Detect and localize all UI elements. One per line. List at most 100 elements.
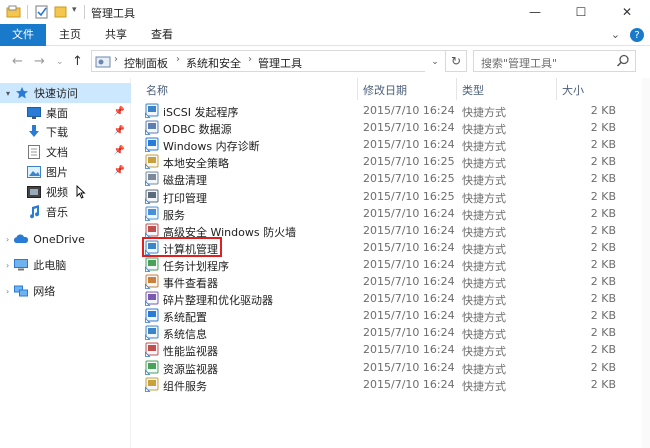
file-size: 2 KB bbox=[590, 360, 616, 374]
services-icon bbox=[145, 206, 159, 221]
column-header-name[interactable]: 名称 bbox=[146, 82, 168, 98]
vertical-scrollbar[interactable] bbox=[642, 78, 650, 448]
column-header-size[interactable]: 大小 bbox=[562, 82, 584, 98]
file-type: 快捷方式 bbox=[462, 379, 506, 393]
file-size: 2 KB bbox=[590, 138, 616, 152]
file-type: 快捷方式 bbox=[462, 242, 506, 256]
file-type: 快捷方式 bbox=[462, 311, 506, 325]
file-name: 性能监视器 bbox=[163, 345, 218, 359]
file-row[interactable]: 系统配置 2015/7/10 16:24 快捷方式 2 KB bbox=[132, 307, 642, 324]
pin-icon[interactable]: 📌 bbox=[114, 146, 125, 156]
nav-item-this-pc[interactable]: › 此电脑 bbox=[6, 255, 131, 275]
file-type: 快捷方式 bbox=[462, 294, 506, 308]
maximize-button[interactable]: ☐ bbox=[558, 0, 604, 24]
recent-locations-icon[interactable]: ⌄ bbox=[56, 57, 64, 67]
file-size: 2 KB bbox=[590, 104, 616, 117]
expand-chevron-icon[interactable]: ▾ bbox=[6, 89, 10, 98]
search-input[interactable]: 搜索"管理工具" bbox=[481, 55, 557, 71]
address-bar[interactable]: › 控制面板 › 系统和安全 › 管理工具 bbox=[91, 50, 465, 72]
properties-icon[interactable] bbox=[34, 4, 50, 20]
mouse-cursor-icon bbox=[76, 185, 86, 199]
tab-file[interactable]: 文件 bbox=[0, 24, 46, 46]
up-arrow-icon[interactable]: ↑ bbox=[72, 54, 83, 69]
breadcrumb-admin-tools[interactable]: 管理工具 bbox=[258, 55, 302, 71]
nav-item-onedrive[interactable]: › OneDrive bbox=[6, 229, 131, 249]
close-button[interactable]: ✕ bbox=[604, 0, 650, 24]
refresh-button[interactable]: ↻ bbox=[445, 50, 467, 72]
column-divider[interactable] bbox=[556, 78, 557, 100]
desktop-icon bbox=[26, 105, 42, 121]
nav-item-downloads[interactable]: 下载 📌 bbox=[26, 122, 131, 142]
file-modified-date: 2015/7/10 16:24 bbox=[363, 360, 455, 374]
file-row[interactable]: 系统信息 2015/7/10 16:24 快捷方式 2 KB bbox=[132, 324, 642, 341]
nav-quick-access-label: 快速访问 bbox=[34, 87, 79, 100]
breadcrumb-system-security[interactable]: 系统和安全 bbox=[186, 55, 241, 71]
separator bbox=[84, 5, 85, 19]
quick-access-dropdown-icon[interactable]: ▾ bbox=[72, 5, 77, 21]
file-row[interactable]: 打印管理 2015/7/10 16:25 快捷方式 2 KB bbox=[132, 188, 642, 205]
file-size: 2 KB bbox=[590, 223, 616, 237]
pin-icon[interactable]: 📌 bbox=[114, 107, 125, 117]
forward-arrow-icon[interactable]: → bbox=[34, 54, 45, 69]
performance-monitor-icon bbox=[145, 342, 159, 358]
back-arrow-icon[interactable]: ← bbox=[12, 54, 23, 69]
pin-icon[interactable]: 📌 bbox=[114, 166, 125, 176]
nav-item-music[interactable]: 音乐 bbox=[26, 202, 131, 222]
file-type: 快捷方式 bbox=[462, 345, 506, 359]
ribbon-tabs: 文件 主页 共享 查看 ⌄ ? bbox=[0, 24, 650, 46]
nav-item-label: 视频 bbox=[46, 186, 68, 199]
tab-view[interactable]: 查看 bbox=[140, 24, 184, 46]
expand-chevron-icon[interactable]: › bbox=[6, 287, 9, 296]
nav-item-desktop[interactable]: 桌面 📌 bbox=[26, 103, 131, 123]
search-icon[interactable] bbox=[616, 54, 630, 68]
nav-item-label: 图片 bbox=[46, 166, 68, 179]
star-icon bbox=[14, 85, 30, 101]
file-row[interactable]: 任务计划程序 2015/7/10 16:24 快捷方式 2 KB bbox=[132, 256, 642, 273]
file-row[interactable]: 性能监视器 2015/7/10 16:24 快捷方式 2 KB bbox=[132, 341, 642, 358]
nav-item-label: 音乐 bbox=[46, 206, 68, 219]
column-divider[interactable] bbox=[456, 78, 457, 100]
nav-item-videos[interactable]: 视频 bbox=[26, 182, 131, 202]
file-row[interactable]: 磁盘清理 2015/7/10 16:25 快捷方式 2 KB bbox=[132, 170, 642, 187]
file-row[interactable]: 资源监视器 2015/7/10 16:24 快捷方式 2 KB bbox=[132, 359, 642, 376]
column-divider[interactable] bbox=[357, 78, 358, 100]
help-icon[interactable]: ? bbox=[630, 28, 644, 42]
ribbon-expand-icon[interactable]: ⌄ bbox=[611, 28, 620, 42]
nav-quick-access[interactable]: ▾ 快速访问 bbox=[0, 83, 131, 103]
file-row[interactable]: 组件服务 2015/7/10 16:24 快捷方式 2 KB bbox=[132, 376, 642, 393]
breadcrumb-separator-icon[interactable]: › bbox=[176, 54, 180, 65]
file-row[interactable]: 服务 2015/7/10 16:24 快捷方式 2 KB bbox=[132, 205, 642, 222]
expand-chevron-icon[interactable]: › bbox=[6, 261, 9, 270]
nav-item-documents[interactable]: 文档 📌 bbox=[26, 142, 131, 162]
breadcrumb-separator-icon[interactable]: › bbox=[114, 54, 118, 65]
system-config-icon bbox=[145, 308, 159, 324]
file-size: 2 KB bbox=[590, 309, 616, 323]
tab-share[interactable]: 共享 bbox=[94, 24, 138, 46]
expand-chevron-icon[interactable]: › bbox=[6, 235, 9, 244]
search-box[interactable]: 搜索"管理工具" bbox=[473, 50, 636, 72]
nav-item-pictures[interactable]: 图片 📌 bbox=[26, 162, 131, 182]
minimize-button[interactable]: — bbox=[512, 0, 558, 24]
column-header-date[interactable]: 修改日期 bbox=[363, 82, 407, 98]
breadcrumb-separator-icon[interactable]: › bbox=[248, 54, 252, 65]
file-size: 2 KB bbox=[590, 189, 616, 203]
column-header-type[interactable]: 类型 bbox=[462, 82, 484, 98]
file-modified-date: 2015/7/10 16:24 bbox=[363, 309, 455, 323]
file-modified-date: 2015/7/10 16:24 bbox=[363, 326, 455, 340]
file-row[interactable]: Windows 内存诊断 2015/7/10 16:24 快捷方式 2 KB bbox=[132, 136, 642, 153]
breadcrumb-control-panel[interactable]: 控制面板 bbox=[124, 55, 168, 71]
file-row[interactable]: 事件查看器 2015/7/10 16:24 快捷方式 2 KB bbox=[132, 273, 642, 290]
file-row[interactable]: iSCSI 发起程序 2015/7/10 16:24 快捷方式 2 KB bbox=[132, 102, 642, 119]
file-row[interactable]: ODBC 数据源 2015/7/10 16:24 快捷方式 2 KB bbox=[132, 119, 642, 136]
file-row[interactable]: 碎片整理和优化驱动器 2015/7/10 16:24 快捷方式 2 KB bbox=[132, 290, 642, 307]
address-dropdown-icon[interactable]: ⌄ bbox=[425, 51, 445, 73]
file-name: 本地安全策略 bbox=[163, 157, 229, 171]
file-row[interactable]: 本地安全策略 2015/7/10 16:25 快捷方式 2 KB bbox=[132, 153, 642, 170]
tab-home[interactable]: 主页 bbox=[48, 24, 92, 46]
explorer-app-icon[interactable] bbox=[6, 4, 22, 20]
firewall-icon bbox=[145, 223, 159, 238]
new-folder-icon[interactable] bbox=[53, 4, 69, 20]
nav-item-network[interactable]: › 网络 bbox=[6, 281, 131, 301]
pin-icon[interactable]: 📌 bbox=[114, 126, 125, 136]
file-size: 2 KB bbox=[590, 343, 616, 357]
